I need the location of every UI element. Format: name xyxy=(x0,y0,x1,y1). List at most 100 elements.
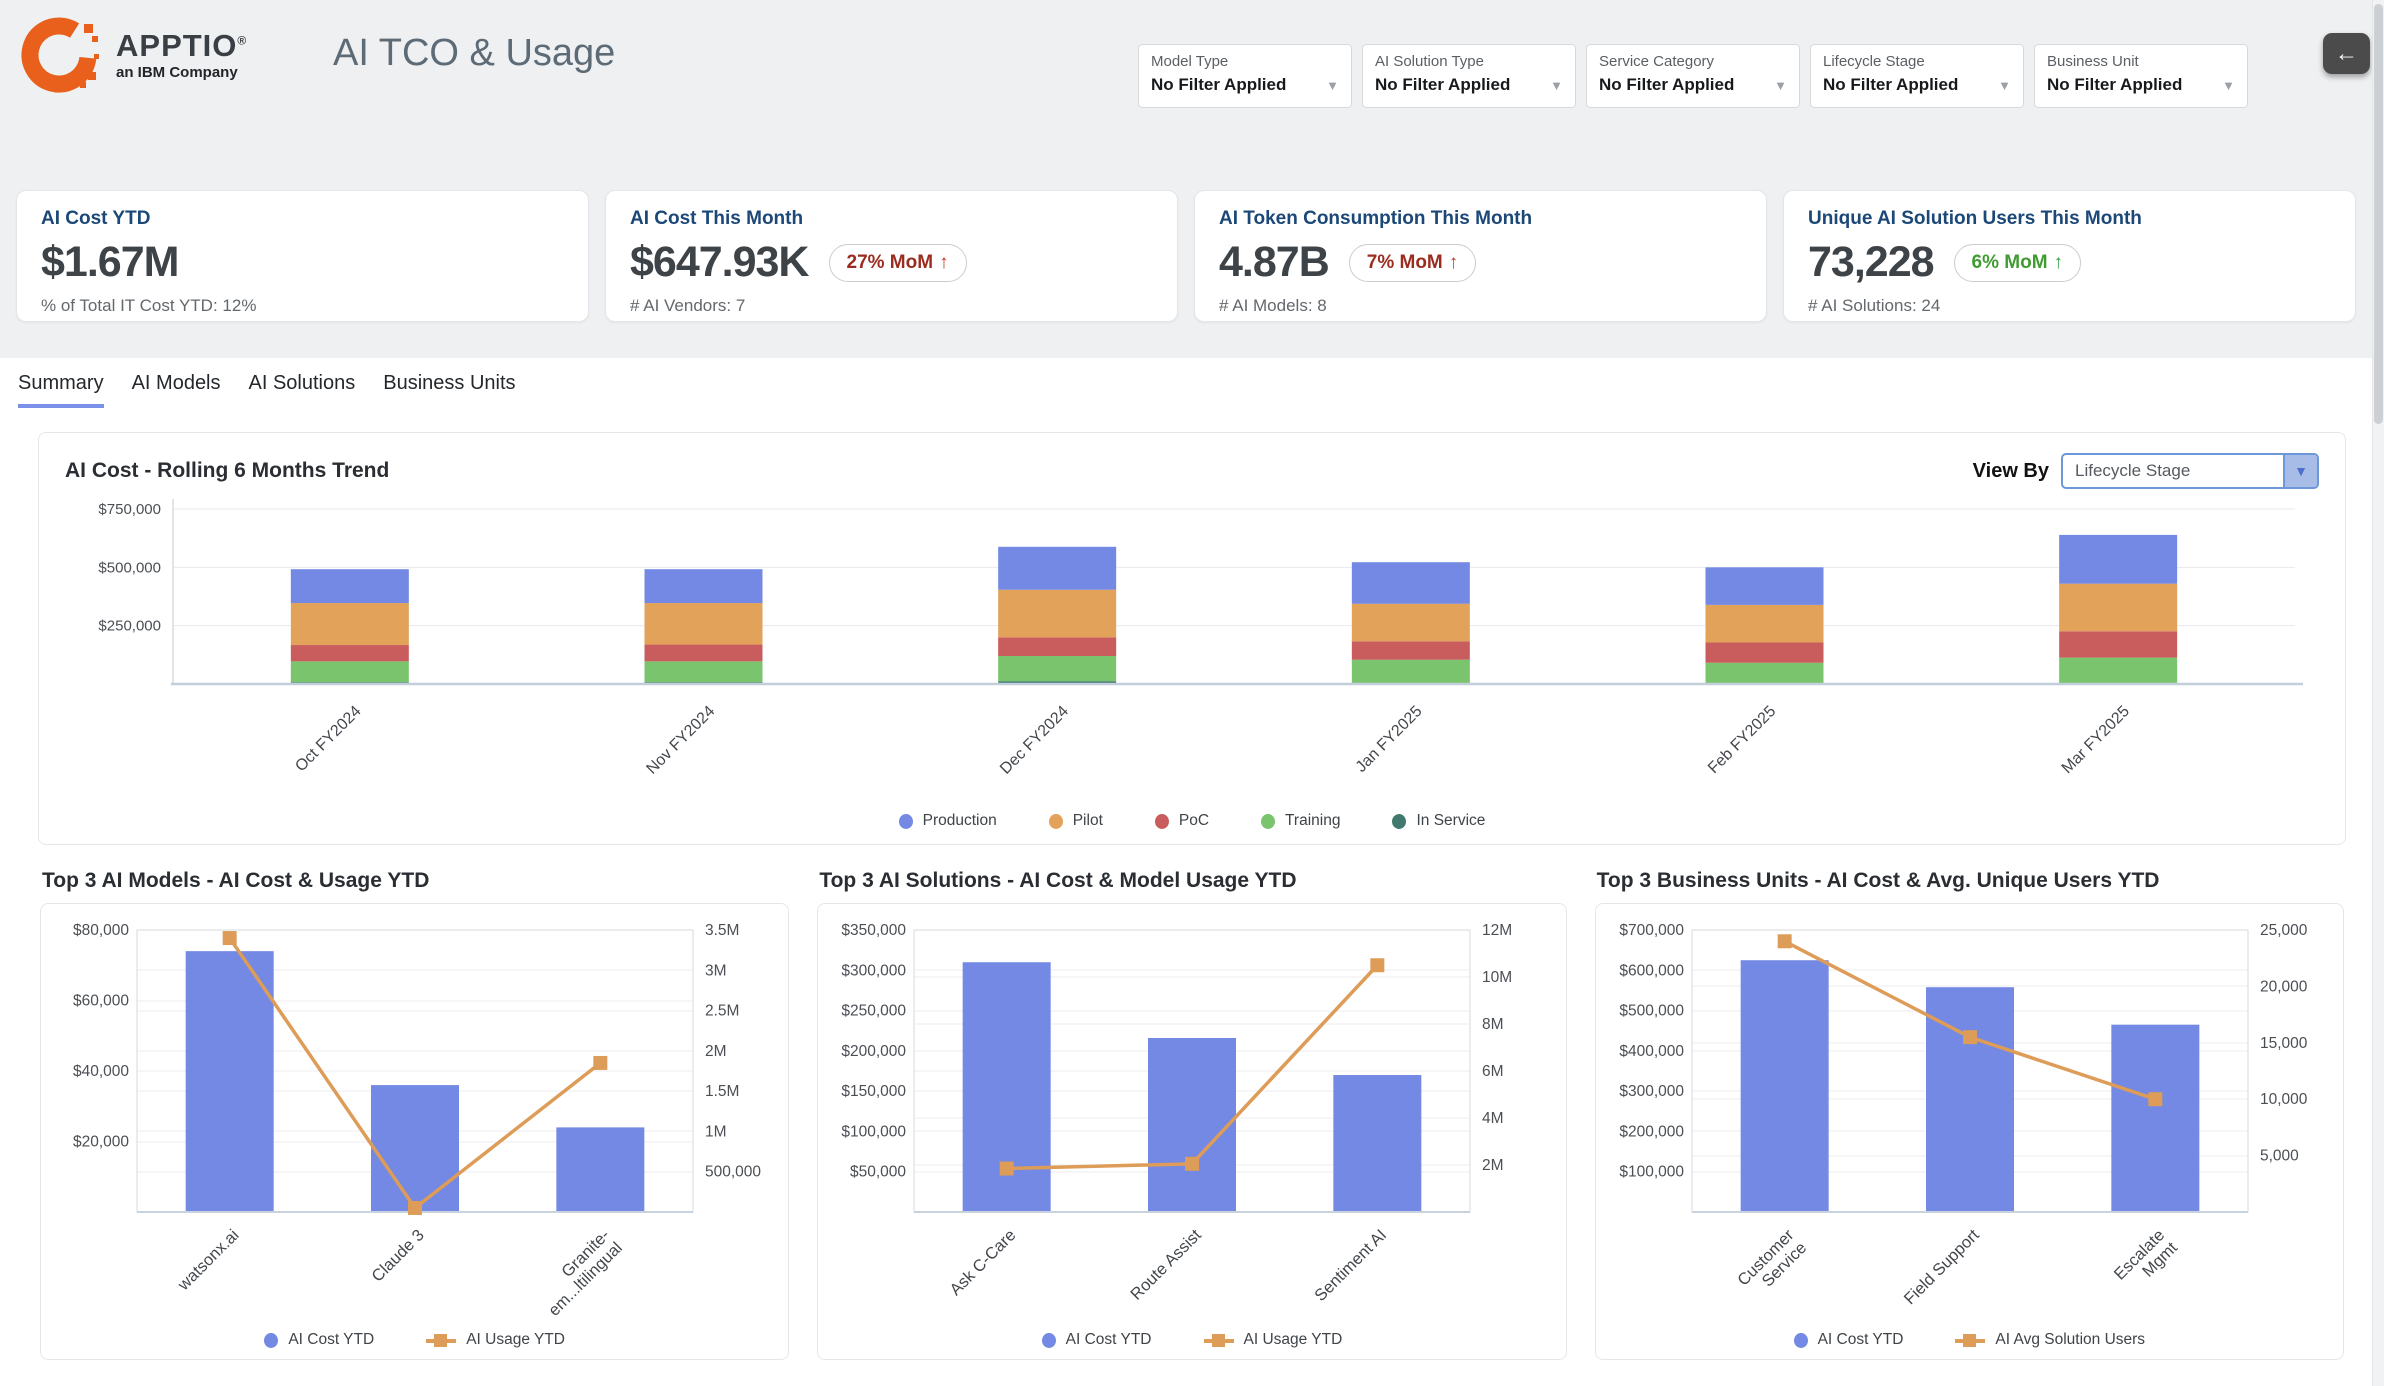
tab-bar: Summary AI Models AI Solutions Business … xyxy=(0,358,2384,408)
badge-text: 27% MoM xyxy=(847,252,934,274)
filter-value: No Filter Applied xyxy=(1375,75,1510,95)
svg-text:2M: 2M xyxy=(705,1043,727,1060)
svg-text:$300,000: $300,000 xyxy=(1619,1083,1684,1100)
legend-item-training[interactable]: Training xyxy=(1261,812,1340,830)
legend-item-in-service[interactable]: In Service xyxy=(1392,812,1485,830)
filter-label: AI Solution Type xyxy=(1375,53,1563,70)
filter-ai-solution-type[interactable]: AI Solution Type No Filter Applied ▼ xyxy=(1362,44,1576,108)
legend-item-ai-cost-ytd[interactable]: AI Cost YTD xyxy=(1042,1331,1152,1349)
badge-text: 7% MoM xyxy=(1367,252,1443,274)
back-button[interactable]: ← xyxy=(2323,33,2370,74)
svg-text:watsonx.ai: watsonx.ai xyxy=(174,1226,243,1295)
svg-text:$100,000: $100,000 xyxy=(1619,1164,1684,1181)
chevron-down-icon[interactable]: ▼ xyxy=(1550,78,1563,93)
filter-value: No Filter Applied xyxy=(1823,75,1958,95)
kpi-title: Unique AI Solution Users This Month xyxy=(1808,208,2331,230)
view-by-select[interactable]: Lifecycle Stage ▼ xyxy=(2061,453,2319,489)
filter-value: No Filter Applied xyxy=(1151,75,1286,95)
svg-text:Sentiment AI: Sentiment AI xyxy=(1312,1226,1391,1305)
chart-card: $20,000$40,000$60,000$80,000500,0001M1.5… xyxy=(40,903,789,1360)
legend-label: AI Avg Solution Users xyxy=(1995,1331,2145,1349)
svg-text:$80,000: $80,000 xyxy=(73,922,129,939)
svg-text:3M: 3M xyxy=(705,962,727,979)
brand-name: APPTIO® xyxy=(116,30,247,61)
trend-up-icon: ↑ xyxy=(939,252,949,274)
header: APPTIO® an IBM Company AI TCO & Usage Mo… xyxy=(0,0,2384,115)
svg-text:1.5M: 1.5M xyxy=(705,1083,739,1100)
page-title: AI TCO & Usage xyxy=(333,32,615,75)
svg-text:Ask C-Care: Ask C-Care xyxy=(947,1226,1020,1299)
bottom-charts-row: Top 3 AI Models - AI Cost & Usage YTD $2… xyxy=(40,869,2344,1360)
filter-label: Service Category xyxy=(1599,53,1787,70)
kpi-value: $1.67M xyxy=(41,238,178,287)
svg-text:20,000: 20,000 xyxy=(2260,978,2308,995)
svg-text:Route Assist: Route Assist xyxy=(1128,1226,1206,1304)
trend-stacked-bar-chart: $250,000$500,000$750,000Oct FY2024Nov FY… xyxy=(55,489,2325,799)
chart-title: Top 3 AI Solutions - AI Cost & Model Usa… xyxy=(819,869,1566,893)
legend-item-ai-cost-ytd[interactable]: AI Cost YTD xyxy=(264,1331,374,1349)
chevron-down-icon[interactable]: ▼ xyxy=(1774,78,1787,93)
filter-label: Model Type xyxy=(1151,53,1339,70)
legend-dot-icon xyxy=(1794,1333,1808,1348)
legend-item-ai-cost-ytd[interactable]: AI Cost YTD xyxy=(1794,1331,1904,1349)
chevron-down-icon[interactable]: ▼ xyxy=(1998,78,2011,93)
scrollbar-thumb[interactable] xyxy=(2374,4,2383,424)
svg-text:2.5M: 2.5M xyxy=(705,1003,739,1020)
top3-ai-models-section: Top 3 AI Models - AI Cost & Usage YTD $2… xyxy=(40,869,789,1360)
svg-text:$300,000: $300,000 xyxy=(842,962,907,979)
legend-item-poc[interactable]: PoC xyxy=(1155,812,1209,830)
svg-text:EscalateMgmt: EscalateMgmt xyxy=(2110,1226,2181,1297)
mom-badge: 27% MoM ↑ xyxy=(829,244,967,282)
svg-text:Field Support: Field Support xyxy=(1900,1226,1982,1308)
filter-business-unit[interactable]: Business Unit No Filter Applied ▼ xyxy=(2034,44,2248,108)
filter-model-type[interactable]: Model Type No Filter Applied ▼ xyxy=(1138,44,1352,108)
svg-text:$40,000: $40,000 xyxy=(73,1063,129,1080)
filter-value: No Filter Applied xyxy=(1599,75,1734,95)
legend-dot-icon xyxy=(1261,814,1275,829)
svg-text:Jan FY2025: Jan FY2025 xyxy=(1353,703,1426,776)
trend-up-icon: ↑ xyxy=(1449,252,1459,274)
tab-ai-models[interactable]: AI Models xyxy=(132,372,221,408)
tab-summary[interactable]: Summary xyxy=(18,372,104,408)
legend-dot-icon xyxy=(1049,814,1063,829)
registered-mark: ® xyxy=(237,33,247,47)
chevron-down-icon[interactable]: ▼ xyxy=(2283,455,2317,487)
legend-label: PoC xyxy=(1179,812,1209,830)
svg-text:1M: 1M xyxy=(705,1123,727,1140)
top3-business-units-section: Top 3 Business Units - AI Cost & Avg. Un… xyxy=(1595,869,2344,1360)
legend-dot-icon xyxy=(1155,814,1169,829)
ai-models-legend: AI Cost YTD AI Usage YTD xyxy=(45,1331,784,1349)
legend-item-production[interactable]: Production xyxy=(899,812,997,830)
svg-text:Oct FY2024: Oct FY2024 xyxy=(292,703,364,775)
svg-text:2M: 2M xyxy=(1482,1157,1504,1174)
filter-service-category[interactable]: Service Category No Filter Applied ▼ xyxy=(1586,44,1800,108)
tab-ai-solutions[interactable]: AI Solutions xyxy=(249,372,356,408)
svg-text:$250,000: $250,000 xyxy=(98,618,161,635)
legend-item-ai-avg-solution-users[interactable]: AI Avg Solution Users xyxy=(1955,1331,2145,1349)
svg-text:Granite-em...ltilingual: Granite-em...ltilingual xyxy=(532,1226,626,1318)
svg-text:$350,000: $350,000 xyxy=(842,922,907,939)
view-by-control: View By Lifecycle Stage ▼ xyxy=(1973,453,2319,489)
main-panel: Summary AI Models AI Solutions Business … xyxy=(0,358,2384,1386)
kpi-subtext: # AI Solutions: 24 xyxy=(1808,296,2331,316)
legend-item-ai-usage-ytd[interactable]: AI Usage YTD xyxy=(426,1331,565,1349)
legend-label: AI Usage YTD xyxy=(1244,1331,1343,1349)
legend-dot-icon xyxy=(899,814,913,829)
tab-business-units[interactable]: Business Units xyxy=(383,372,515,408)
trend-up-icon: ↑ xyxy=(2054,252,2064,274)
svg-text:$400,000: $400,000 xyxy=(1619,1043,1684,1060)
kpi-title: AI Token Consumption This Month xyxy=(1219,208,1742,230)
vertical-scrollbar[interactable] xyxy=(2372,0,2384,1386)
svg-text:$500,000: $500,000 xyxy=(1619,1003,1684,1020)
legend-item-pilot[interactable]: Pilot xyxy=(1049,812,1103,830)
chevron-down-icon[interactable]: ▼ xyxy=(2222,78,2235,93)
legend-line-marker-icon xyxy=(426,1333,456,1348)
ai-solutions-legend: AI Cost YTD AI Usage YTD xyxy=(822,1331,1561,1349)
legend-item-ai-usage-ytd[interactable]: AI Usage YTD xyxy=(1204,1331,1343,1349)
filter-lifecycle-stage[interactable]: Lifecycle Stage No Filter Applied ▼ xyxy=(1810,44,2024,108)
svg-text:15,000: 15,000 xyxy=(2260,1035,2308,1052)
chevron-down-icon[interactable]: ▼ xyxy=(1326,78,1339,93)
back-arrow-icon: ← xyxy=(2335,40,2358,67)
svg-text:$600,000: $600,000 xyxy=(1619,962,1684,979)
filter-bar: Model Type No Filter Applied ▼ AI Soluti… xyxy=(1138,44,2248,108)
